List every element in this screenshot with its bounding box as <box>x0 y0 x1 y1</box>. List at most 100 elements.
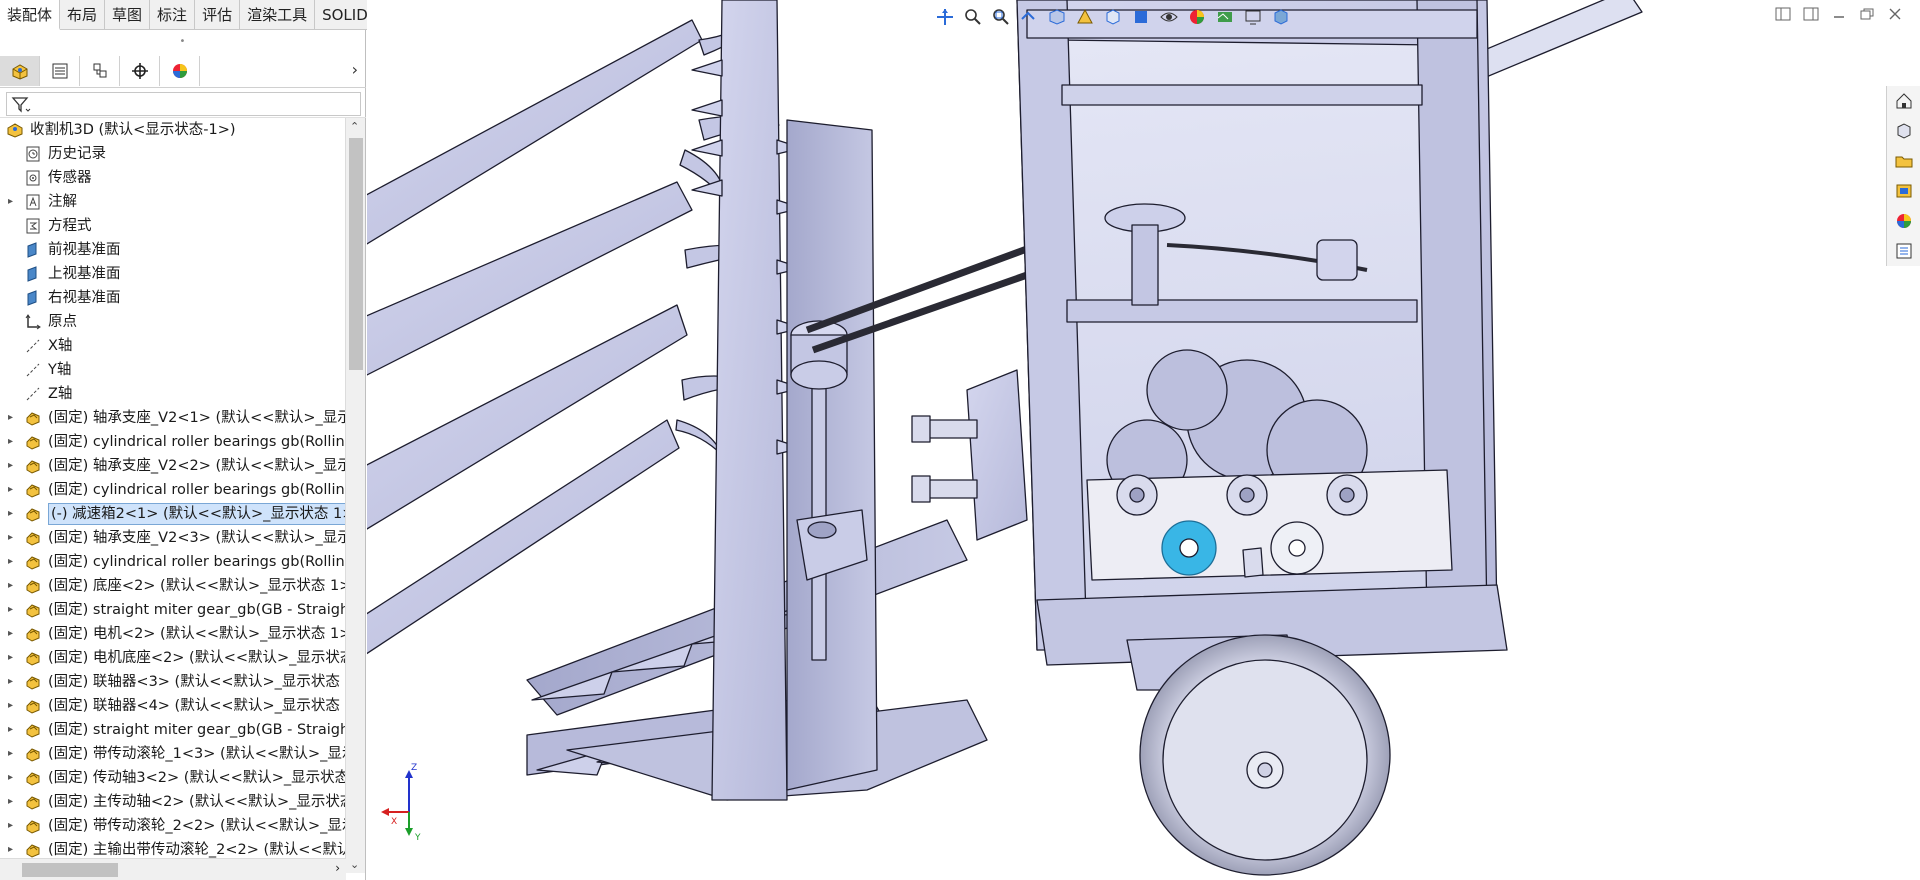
tab-0[interactable]: 装配体 <box>0 0 61 30</box>
tree-item[interactable]: ▸ (固定) 底座<2> (默认<<默认>_显示状态 1> <box>0 574 346 598</box>
hide-show-icon[interactable] <box>1157 5 1181 29</box>
expand-icon[interactable]: ▸ <box>8 406 20 430</box>
tree-item[interactable]: 历史记录 <box>0 142 346 166</box>
view-settings-icon[interactable] <box>1241 5 1265 29</box>
view-palette-icon[interactable] <box>1887 176 1920 206</box>
tree-item[interactable]: ▸ (固定) 轴承支座_V2<2> (默认<<默认>_显示 <box>0 454 346 478</box>
dimxpert-icon[interactable] <box>120 55 160 86</box>
tree-item[interactable]: 上视基准面 <box>0 262 346 286</box>
tile-right-icon[interactable] <box>1802 6 1820 22</box>
tree-item[interactable]: X轴 <box>0 334 346 358</box>
expand-icon[interactable]: ▸ <box>8 766 20 790</box>
zoom-area-icon[interactable] <box>989 5 1013 29</box>
expand-icon[interactable]: ▸ <box>8 790 20 814</box>
tree-item[interactable]: ▸ (固定) 电机<2> (默认<<默认>_显示状态 1> <box>0 622 346 646</box>
section-view-icon[interactable] <box>1045 5 1069 29</box>
propertymanager-icon[interactable] <box>40 55 80 86</box>
file-explorer-icon[interactable] <box>1887 146 1920 176</box>
chevron-right-icon[interactable]: › <box>352 60 358 79</box>
tree-item[interactable]: 右视基准面 <box>0 286 346 310</box>
tree-item[interactable]: 传感器 <box>0 166 346 190</box>
tab-3[interactable]: 标注 <box>150 0 196 30</box>
tree-item[interactable]: ▸ (固定) 联轴器<3> (默认<<默认>_显示状态 <box>0 670 346 694</box>
tab-4[interactable]: 评估 <box>195 0 241 30</box>
expand-icon[interactable]: ▸ <box>8 190 20 214</box>
expand-icon[interactable]: ▸ <box>8 502 20 526</box>
tree-item-label: Z轴 <box>48 386 73 402</box>
scroll-right-icon[interactable]: › <box>335 861 340 875</box>
sensor-icon <box>24 170 42 186</box>
tree-item[interactable]: ▸ (固定) 带传动滚轮_1<3> (默认<<默认>_显示 <box>0 742 346 766</box>
design-library-icon[interactable] <box>1887 116 1920 146</box>
tree-item[interactable]: ▸ (固定) straight miter gear_gb(GB - Straig… <box>0 718 346 742</box>
tree-horizontal-scrollbar[interactable]: › <box>0 858 346 880</box>
tree-item[interactable]: ▸ (-) 减速箱2<1> (默认<<默认>_显示状态 1> <box>0 502 346 526</box>
display-pane-icon[interactable] <box>1269 5 1293 29</box>
tree-item[interactable]: ▸ (固定) cylindrical roller bearings gb(Rol… <box>0 550 346 574</box>
expand-icon[interactable]: ▸ <box>8 646 20 670</box>
expand-icon[interactable]: ▸ <box>8 814 20 838</box>
tile-left-icon[interactable] <box>1774 6 1792 22</box>
close-icon[interactable] <box>1886 6 1904 22</box>
tree-item[interactable]: ▸ (固定) 传动轴3<2> (默认<<默认>_显示状态 <box>0 766 346 790</box>
expand-icon[interactable]: ▸ <box>8 526 20 550</box>
tree-item[interactable]: ▸ (固定) cylindrical roller bearings gb(Rol… <box>0 478 346 502</box>
tree-item[interactable]: ▸ (固定) 带传动滚轮_2<2> (默认<<默认>_显示 <box>0 814 346 838</box>
graphics-area[interactable]: Z X Y <box>367 0 1920 880</box>
expand-icon[interactable]: ▸ <box>8 454 20 478</box>
expand-icon[interactable]: ▸ <box>8 742 20 766</box>
view-orientation-icon[interactable] <box>933 5 957 29</box>
harvester-3d-model[interactable] <box>367 0 1920 880</box>
tree-item[interactable]: ▸ (固定) 轴承支座_V2<3> (默认<<默认>_显示 <box>0 526 346 550</box>
tree-item[interactable]: 前视基准面 <box>0 238 346 262</box>
tree-item[interactable]: ▸ 注解 <box>0 190 346 214</box>
configurationmanager-icon[interactable] <box>80 55 120 86</box>
restore-icon[interactable] <box>1858 6 1876 22</box>
tree-item[interactable]: ▸ (固定) 电机底座<2> (默认<<默认>_显示状态 <box>0 646 346 670</box>
scroll-up-icon[interactable]: ⌃ <box>350 120 359 133</box>
expand-icon[interactable]: ▸ <box>8 430 20 454</box>
custom-properties-icon[interactable] <box>1887 236 1920 266</box>
display-style-icon[interactable] <box>1129 5 1153 29</box>
tree-vertical-scrollbar[interactable]: ⌃ ⌄ <box>345 118 365 873</box>
scrollbar-thumb[interactable] <box>349 138 363 370</box>
part-icon <box>24 554 42 570</box>
tree-item[interactable]: 收割机3D (默认<显示状态-1>) <box>0 118 346 142</box>
expand-icon[interactable]: ▸ <box>8 718 20 742</box>
tab-2[interactable]: 草图 <box>105 0 151 30</box>
expand-icon[interactable]: ▸ <box>8 574 20 598</box>
expand-icon[interactable]: ▸ <box>8 598 20 622</box>
expand-icon[interactable]: ▸ <box>8 670 20 694</box>
tree-item[interactable]: Y轴 <box>0 358 346 382</box>
expand-icon[interactable]: ▸ <box>8 550 20 574</box>
featuremanager-icon[interactable] <box>0 55 40 86</box>
tree-item-label: (固定) 电机<2> (默认<<默认>_显示状态 1> <box>48 626 346 642</box>
edit-appearance-icon[interactable] <box>1185 5 1209 29</box>
minimize-icon[interactable] <box>1830 6 1848 22</box>
view-orientation-cube-icon[interactable] <box>1101 5 1125 29</box>
dynamic-annotation-icon[interactable] <box>1073 5 1097 29</box>
expand-icon[interactable]: ▸ <box>8 694 20 718</box>
panel-grip[interactable]: • <box>0 30 365 54</box>
scroll-down-icon[interactable]: ⌄ <box>350 858 359 871</box>
tree-item[interactable]: ▸ (固定) 轴承支座_V2<1> (默认<<默认>_显示 <box>0 406 346 430</box>
appearances-icon[interactable] <box>1887 206 1920 236</box>
zoom-to-fit-icon[interactable] <box>961 5 985 29</box>
tab-1[interactable]: 布局 <box>60 0 106 30</box>
scrollbar-thumb[interactable] <box>22 863 118 877</box>
apply-scene-icon[interactable] <box>1213 5 1237 29</box>
tree-item[interactable]: 方程式 <box>0 214 346 238</box>
tree-item[interactable]: 原点 <box>0 310 346 334</box>
filter-input[interactable] <box>6 92 361 116</box>
tab-5[interactable]: 渲染工具 <box>240 0 316 30</box>
expand-icon[interactable]: ▸ <box>8 478 20 502</box>
tree-item[interactable]: ▸ (固定) 主传动轴<2> (默认<<默认>_显示状态 <box>0 790 346 814</box>
previous-view-icon[interactable] <box>1017 5 1041 29</box>
display-manager-icon[interactable] <box>160 55 200 86</box>
tree-item[interactable]: ▸ (固定) cylindrical roller bearings gb(Rol… <box>0 430 346 454</box>
home-icon[interactable] <box>1887 86 1920 116</box>
tree-item[interactable]: Z轴 <box>0 382 346 406</box>
tree-item[interactable]: ▸ (固定) 联轴器<4> (默认<<默认>_显示状态 <box>0 694 346 718</box>
tree-item[interactable]: ▸ (固定) straight miter gear_gb(GB - Straig… <box>0 598 346 622</box>
expand-icon[interactable]: ▸ <box>8 622 20 646</box>
